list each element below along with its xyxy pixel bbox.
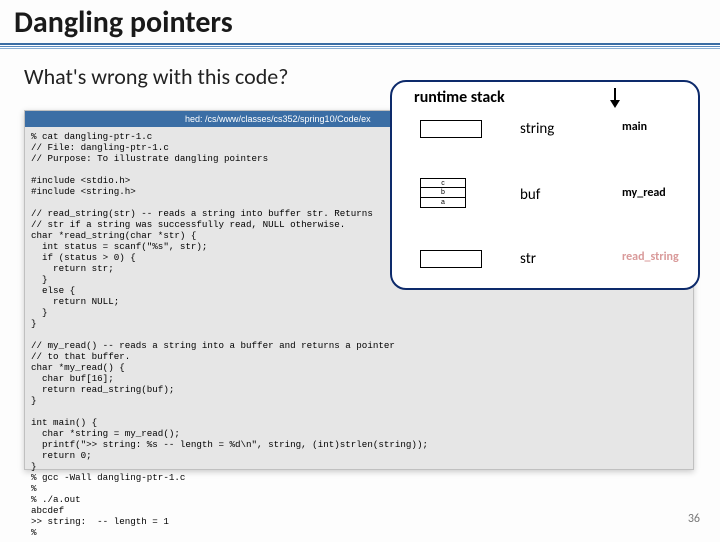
var-label: str: [520, 250, 536, 268]
var-label: buf: [520, 186, 540, 204]
buf-cell: c: [420, 178, 466, 188]
var-label: string: [520, 120, 554, 138]
frame-name: main: [622, 120, 647, 134]
var-box: [420, 120, 482, 138]
buf-cell: a: [420, 198, 466, 208]
runtime-stack-overlay: runtime stack string main c b a buf my_r…: [390, 80, 700, 290]
stack-frame-main: string main: [420, 120, 482, 138]
slide-title: Dangling pointers: [0, 0, 720, 43]
page-number: 36: [688, 512, 700, 526]
var-box: [420, 250, 482, 268]
stack-frame-myread: c b a buf my_read: [420, 178, 466, 208]
buf-cell: b: [420, 188, 466, 198]
arrow-down-icon: [614, 88, 616, 106]
overlay-title: runtime stack: [414, 88, 505, 107]
frame-name: read_string: [622, 250, 679, 264]
stack-frame-readstring: str read_string: [420, 250, 482, 268]
frame-name: my_read: [622, 186, 666, 200]
buf-array: c b a: [420, 178, 466, 208]
